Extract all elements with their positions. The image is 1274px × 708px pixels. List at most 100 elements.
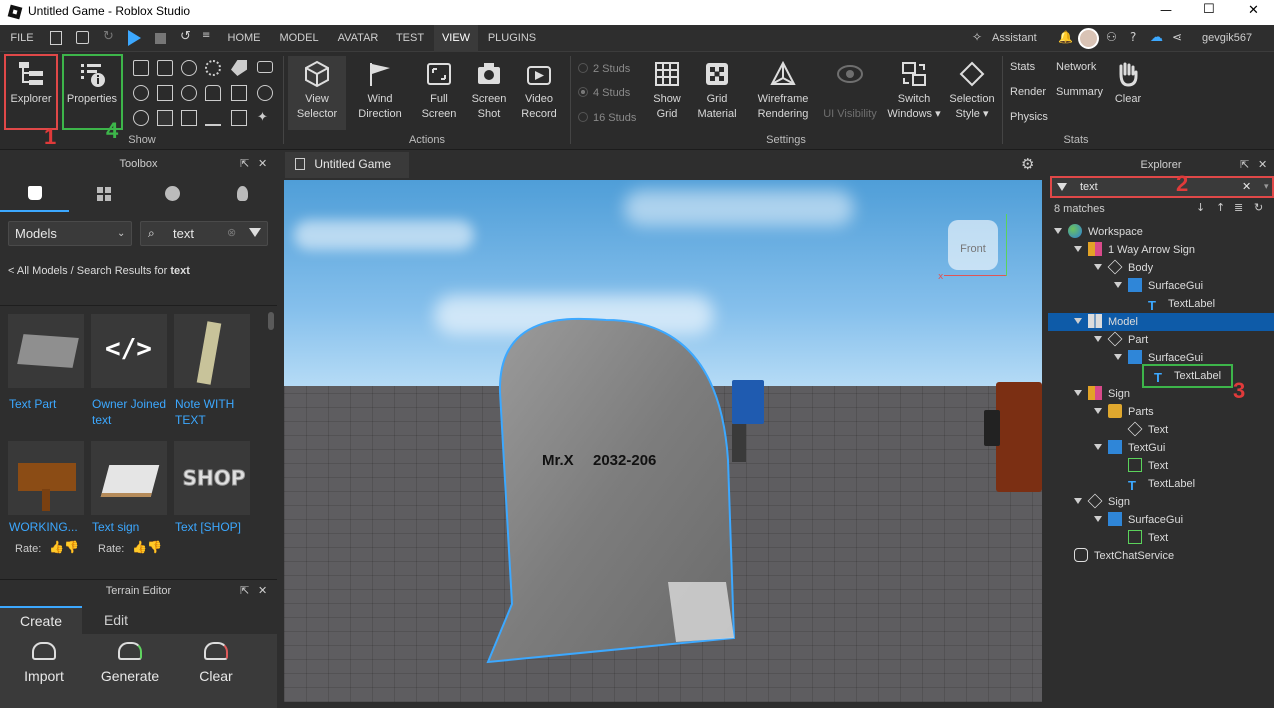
- switch-windows-button[interactable]: Switch Windows ▾: [884, 56, 944, 122]
- screen-shot-button[interactable]: Screen Shot: [464, 56, 514, 122]
- maximize-button[interactable]: ☐: [1203, 2, 1215, 17]
- terrain-editor-icon[interactable]: [205, 110, 221, 126]
- undock-icon[interactable]: ⇱: [1240, 154, 1249, 176]
- close-button[interactable]: ✕: [1248, 3, 1259, 18]
- studs-2-radio[interactable]: 2 Studs: [578, 63, 630, 75]
- help-icon[interactable]: ?: [1130, 30, 1136, 44]
- expand-arrow-icon[interactable]: [1054, 228, 1062, 234]
- studs-16-radio[interactable]: 16 Studs: [578, 112, 636, 124]
- cloud-icon[interactable]: ☁: [1150, 30, 1163, 45]
- minimize-button[interactable]: —: [1160, 3, 1172, 17]
- tree-item-body[interactable]: Body: [1094, 259, 1153, 277]
- close-panel-icon[interactable]: ✕: [258, 152, 267, 176]
- expand-arrow-icon[interactable]: [1094, 444, 1102, 450]
- tree-item-text-frame[interactable]: Text: [1128, 457, 1168, 475]
- menu-view[interactable]: VIEW: [434, 25, 478, 52]
- studs-4-radio[interactable]: 4 Studs: [578, 87, 630, 99]
- expand-arrow-icon[interactable]: [1074, 498, 1082, 504]
- model-card-note-with-text[interactable]: Note WITH TEXT: [174, 314, 250, 427]
- username-label[interactable]: gevgik567: [1202, 32, 1252, 44]
- viewport-tab[interactable]: Untitled Game ✕: [285, 152, 409, 195]
- menu-plugins[interactable]: PLUGINS: [484, 25, 540, 52]
- history-icon[interactable]: [257, 85, 273, 101]
- breadcrumb-prefix[interactable]: < All Models / Search Results for: [8, 265, 170, 277]
- expand-arrow-icon[interactable]: [1074, 246, 1082, 252]
- expand-arrow-icon[interactable]: [1114, 282, 1122, 288]
- context-icon[interactable]: [133, 110, 149, 126]
- notifications-icon[interactable]: 🔔: [1058, 30, 1073, 44]
- view-selector-button[interactable]: View Selector: [288, 56, 346, 130]
- publish-icon[interactable]: [76, 31, 89, 44]
- gravestone-model[interactable]: Mr.X 2032-206: [284, 180, 1042, 702]
- expand-arrow-icon[interactable]: [1094, 408, 1102, 414]
- expand-arrow-icon[interactable]: [1074, 318, 1082, 324]
- expand-arrow-icon[interactable]: [1094, 336, 1102, 342]
- terrain-tab-edit[interactable]: Edit: [82, 606, 150, 634]
- terrain-generate-button[interactable]: Generate: [98, 642, 162, 684]
- tree-item-textchatservice[interactable]: TextChatService: [1074, 547, 1174, 565]
- view-icon[interactable]: [257, 61, 273, 73]
- tree-item-textgui[interactable]: TextGui: [1094, 439, 1165, 457]
- menu-model[interactable]: MODEL: [276, 25, 322, 52]
- tree-item-model[interactable]: Model: [1074, 313, 1138, 331]
- toolbox-tab-creations[interactable]: [207, 176, 277, 212]
- terrain-tab-create[interactable]: Create: [0, 606, 82, 634]
- script-performance-icon[interactable]: [181, 110, 197, 126]
- expand-arrow-icon[interactable]: [1094, 264, 1102, 270]
- model-card-text-part[interactable]: Text Part: [8, 314, 84, 424]
- ui-visibility-button[interactable]: UI Visibility: [818, 56, 882, 122]
- tree-item-textlabel-highlighted[interactable]: T TextLabel: [1142, 364, 1234, 388]
- explorer-filter-input[interactable]: text ✕ ▾: [1050, 176, 1274, 198]
- filter-icon[interactable]: [1057, 183, 1067, 191]
- model-card-working[interactable]: WORKING... Rate: 👍👎: [8, 441, 84, 555]
- team-create-icon[interactable]: [205, 85, 221, 101]
- tree-item-surfacegui[interactable]: SurfaceGui: [1114, 277, 1203, 295]
- undo-dropdown-icon[interactable]: ≡: [202, 30, 210, 41]
- physics-toggle[interactable]: Physics: [1010, 111, 1048, 123]
- chevron-down-icon[interactable]: ▾: [1264, 177, 1269, 195]
- assistant-button[interactable]: Assistant: [992, 32, 1037, 44]
- settings-gear-icon[interactable]: [205, 60, 221, 76]
- toolbox-tab-marketplace[interactable]: [0, 176, 69, 212]
- clear-search-icon[interactable]: ⊗: [227, 222, 236, 245]
- expand-arrow-icon[interactable]: [1114, 354, 1122, 360]
- redo-icon[interactable]: ↻: [103, 29, 114, 44]
- tree-item-text-part[interactable]: Text: [1127, 421, 1168, 439]
- full-screen-button[interactable]: Full Screen: [414, 56, 464, 122]
- script-analysis-icon[interactable]: [181, 60, 197, 76]
- find-results-icon[interactable]: [181, 85, 197, 101]
- menu-test[interactable]: TEST: [392, 25, 428, 52]
- toolbox-search-input[interactable]: ⌕ text ⊗: [140, 221, 268, 246]
- command-bar-icon[interactable]: [157, 110, 173, 126]
- toolbox-scrollbar[interactable]: [268, 312, 274, 330]
- thumbs-vote-icon[interactable]: 👍👎: [49, 540, 79, 554]
- tree-item-workspace[interactable]: Workspace: [1054, 223, 1143, 241]
- close-panel-icon[interactable]: ✕: [1258, 154, 1267, 176]
- filter-icon[interactable]: [249, 228, 261, 237]
- tag-editor-icon[interactable]: [231, 60, 247, 76]
- share-link-icon[interactable]: ⋖: [1172, 30, 1182, 44]
- tree-item-parts[interactable]: Parts: [1094, 403, 1154, 421]
- view-cube[interactable]: Front: [948, 220, 998, 270]
- model-card-text-shop[interactable]: SHOP Text [SHOP]: [174, 441, 250, 551]
- play-icon[interactable]: [128, 30, 141, 46]
- tree-item-textlabel[interactable]: T TextLabel: [1128, 475, 1195, 493]
- clear-filter-icon[interactable]: ✕: [1242, 178, 1251, 196]
- asset-manager-icon[interactable]: [157, 60, 173, 76]
- grid-material-button[interactable]: Grid Material: [692, 56, 742, 122]
- wind-direction-button[interactable]: Wind Direction: [352, 56, 408, 122]
- model-card-owner-joined-text[interactable]: </> Owner Joined text: [91, 314, 167, 427]
- collision-groups-icon[interactable]: [231, 85, 247, 101]
- select-all-icon[interactable]: ≣: [1234, 201, 1243, 214]
- network-toggle[interactable]: Network: [1056, 61, 1096, 73]
- arrow-down-icon[interactable]: ↓: [1196, 201, 1205, 214]
- undo-icon[interactable]: ↺: [180, 29, 191, 44]
- viewport-settings-gear-icon[interactable]: ⚙: [1021, 155, 1034, 173]
- tree-item-sign[interactable]: Sign: [1074, 493, 1130, 511]
- output-icon[interactable]: [157, 85, 173, 101]
- tree-item-sign[interactable]: Sign: [1074, 385, 1130, 403]
- menu-file[interactable]: FILE: [6, 25, 38, 52]
- sparkle-icon[interactable]: ✦: [257, 110, 273, 126]
- thumbs-vote-icon[interactable]: 👍👎: [132, 540, 162, 554]
- assistant-icon[interactable]: ✧: [972, 30, 982, 44]
